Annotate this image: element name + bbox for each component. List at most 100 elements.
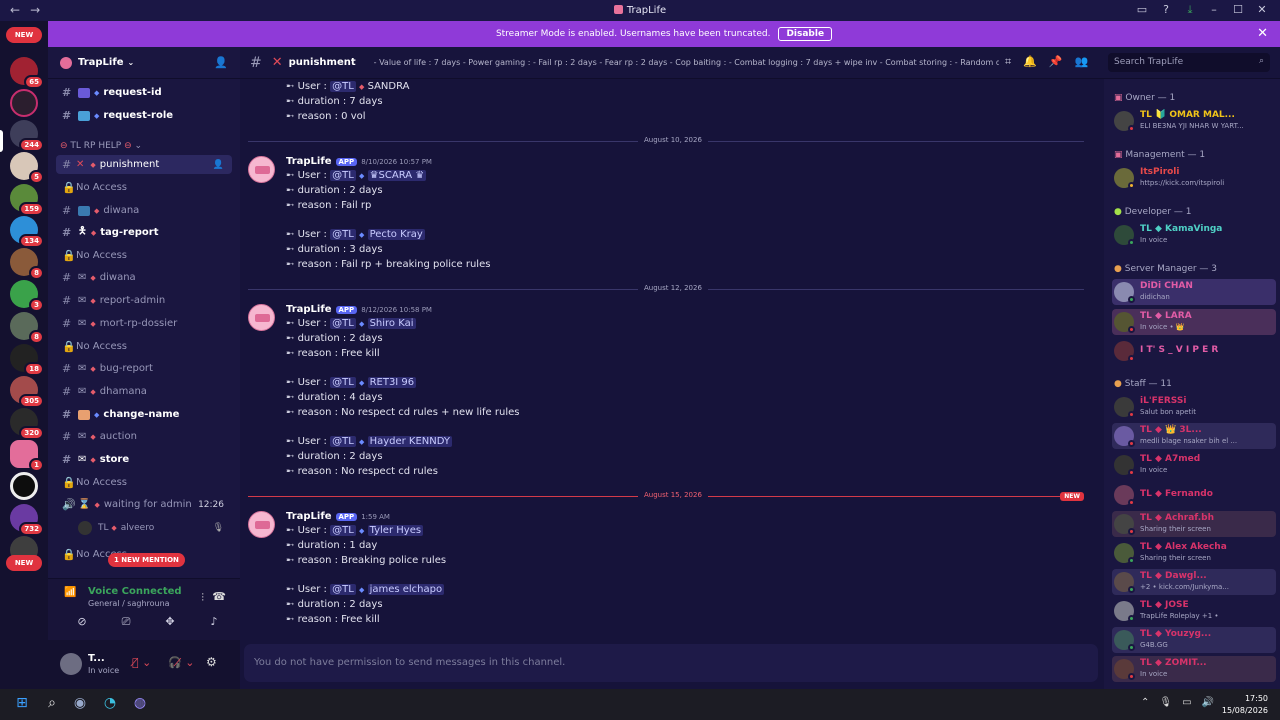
channel-mort-rp-dossier[interactable]: # ✉ ◆ mort-rp-dossier: [56, 314, 232, 333]
server-icon[interactable]: [10, 472, 38, 500]
server-icon[interactable]: 305: [10, 376, 44, 408]
download-icon[interactable]: ⤓: [1178, 2, 1202, 18]
search-icon[interactable]: ⌕: [42, 695, 62, 715]
member-item[interactable]: TL ◆ LARA In voice • 👑: [1112, 309, 1276, 335]
channel-no-access[interactable]: 🔒 No Access: [56, 337, 232, 356]
server-icon[interactable]: 320: [10, 408, 44, 440]
microphone-icon[interactable]: 🎙: [1159, 697, 1172, 708]
category-tl-rp-help[interactable]: ⊖ TL RP HELP ⊖ ⌄: [60, 141, 142, 151]
server-icon[interactable]: 5: [10, 152, 44, 184]
server-icon[interactable]: 244: [10, 120, 44, 152]
steam-icon[interactable]: ◉: [70, 695, 90, 715]
server-icon[interactable]: 18: [10, 344, 44, 376]
avatar[interactable]: [248, 304, 275, 331]
mic-muted-icon[interactable]: 🎙̸ ⌄: [132, 656, 151, 669]
member-item[interactable]: TL ◆ Fernando: [1112, 482, 1276, 508]
disable-button[interactable]: Disable: [778, 27, 833, 41]
bell-icon[interactable]: 🔔: [1023, 55, 1037, 69]
camera-off-icon[interactable]: ⊘: [64, 615, 100, 633]
soundboard-icon[interactable]: ♪: [196, 615, 232, 633]
member-item[interactable]: ItsPiroli https://kick.com/itspiroli: [1112, 165, 1276, 191]
avatar[interactable]: [248, 156, 275, 183]
member-item[interactable]: TL ◆ Achraf.bh Sharing their screen: [1112, 511, 1276, 537]
channel-request-role[interactable]: # ◆ request-role: [56, 106, 232, 125]
member-item[interactable]: TL ◆ Alex Akecha Sharing their screen: [1112, 540, 1276, 566]
member-item[interactable]: iL'FERSSi Salut bon apetit: [1112, 394, 1276, 420]
minimize-button[interactable]: –: [1202, 2, 1226, 18]
invite-people-icon[interactable]: 👤: [214, 56, 228, 69]
channel-store[interactable]: # ✉ ◆ store: [56, 450, 232, 469]
member-item[interactable]: TL ◆ 👑 3L... medli blage nsaker bih el ..…: [1112, 423, 1276, 449]
channel-diwana-2[interactable]: # ✉ ◆ diwana: [56, 268, 232, 287]
avatar[interactable]: [60, 653, 82, 675]
avatar[interactable]: [248, 511, 275, 538]
search-input[interactable]: Search TrapLife ⌕: [1108, 53, 1270, 72]
new-pill-top[interactable]: NEW: [6, 27, 42, 43]
channel-topic[interactable]: - Value of life : 7 days - Power gaming …: [374, 58, 999, 67]
voice-channel-waiting-for-admin[interactable]: 🔊 ⌛ ◆ waiting for admin 12:26: [56, 495, 232, 514]
volume-icon[interactable]: 🔊: [1202, 697, 1214, 708]
voice-user[interactable]: TL ◆ alveero 🎙: [72, 518, 232, 537]
add-member-icon[interactable]: 👤: [213, 160, 224, 170]
server-icon[interactable]: 65: [10, 57, 44, 89]
channel-change-name[interactable]: # ◆ change-name: [56, 405, 232, 424]
server-icon[interactable]: 8: [10, 248, 44, 280]
noise-suppression-icon[interactable]: ⫶: [201, 591, 204, 605]
channel-auction[interactable]: # ✉ ◆ auction: [56, 427, 232, 446]
disconnect-icon[interactable]: ☎: [212, 590, 226, 603]
message-composer[interactable]: You do not have permission to send messa…: [244, 644, 1098, 682]
message-author[interactable]: TrapLife APP 8/12/2026 10:58 PM: [286, 304, 432, 315]
new-pill-bottom[interactable]: NEW: [6, 555, 42, 571]
help-icon[interactable]: ?: [1154, 2, 1178, 18]
group-owner: ▣ Owner — 1: [1114, 93, 1176, 103]
network-icon[interactable]: ▭: [1182, 697, 1191, 708]
channel-tag-report[interactable]: # 🯅 ◆ tag-report: [56, 223, 232, 242]
channel-no-access[interactable]: 🔒 No Access: [56, 178, 232, 197]
message-author[interactable]: TrapLife APP 8/10/2026 10:57 PM: [286, 156, 432, 167]
channel-request-id[interactable]: # ◆ request-id: [56, 83, 232, 102]
chevron-up-icon[interactable]: ⌃: [1141, 697, 1149, 708]
screen-share-icon[interactable]: ⎚: [108, 615, 144, 633]
discord-icon[interactable]: ◍: [130, 695, 150, 715]
activities-icon[interactable]: ✥: [152, 615, 188, 633]
server-icon[interactable]: 8: [10, 312, 44, 344]
server-icon[interactable]: 732: [10, 504, 44, 536]
deafen-icon[interactable]: 🎧̸ ⌄: [168, 656, 194, 669]
member-item[interactable]: I T' S _ V I P E R: [1112, 338, 1276, 364]
member-item[interactable]: TL ◆ A7med In voice: [1112, 452, 1276, 478]
channel-dhamana[interactable]: # ✉ ◆ dhamana: [56, 382, 232, 401]
settings-gear-icon[interactable]: ⚙: [206, 655, 217, 669]
server-header[interactable]: TrapLife ⌄ 👤: [48, 47, 240, 79]
server-icon[interactable]: 134: [10, 216, 44, 248]
member-list-icon[interactable]: 👥: [1075, 55, 1089, 69]
member-item[interactable]: TL ◆ KamaVinga In voice: [1112, 222, 1276, 248]
channel-report-admin[interactable]: # ✉ ◆ report-admin: [56, 291, 232, 310]
user-panel: T... In voice 🎙̸ ⌄ 🎧̸ ⌄ ⚙: [48, 640, 240, 689]
new-mention-pill[interactable]: 1 NEW MENTION: [108, 553, 185, 567]
close-icon[interactable]: ✕: [1257, 26, 1268, 41]
edge-icon[interactable]: ◔: [100, 695, 120, 715]
clock[interactable]: 17:50 15/08/2026: [1222, 693, 1268, 717]
maximize-button[interactable]: ☐: [1226, 2, 1250, 18]
channel-punishment[interactable]: # ✕ ◆ punishment 👤: [56, 155, 232, 174]
channel-no-access[interactable]: 🔒 No Access: [56, 246, 232, 265]
channel-bug-report[interactable]: # ✉ ◆ bug-report: [56, 359, 232, 378]
close-window-button[interactable]: ✕: [1250, 2, 1274, 18]
member-item[interactable]: TL ◆ Youzyg... G4B.GG: [1112, 627, 1276, 653]
member-item[interactable]: TL ◆ ZOMIT... In voice: [1112, 656, 1276, 682]
channel-diwana[interactable]: # ◆ diwana: [56, 201, 232, 220]
member-item[interactable]: TL ◆ Dawgl... +2 • kick.com/Junkyma...: [1112, 569, 1276, 595]
member-item[interactable]: TL ◆ JOSE TrapLife Roleplay +1 •: [1112, 598, 1276, 624]
server-icon[interactable]: 159: [10, 184, 44, 216]
server-icon[interactable]: 1: [10, 440, 44, 472]
inbox-icon[interactable]: ▭: [1130, 2, 1154, 18]
message-author[interactable]: TrapLife APP 1:59 AM: [286, 511, 390, 522]
windows-start-icon[interactable]: ⊞: [12, 695, 32, 715]
threads-icon[interactable]: ⌗: [1005, 55, 1011, 69]
member-item[interactable]: DiDi CHAN didichan: [1112, 279, 1276, 305]
server-icon[interactable]: [10, 89, 38, 117]
channel-no-access[interactable]: 🔒 No Access: [56, 473, 232, 492]
pin-icon[interactable]: 📌: [1049, 55, 1063, 69]
member-item[interactable]: TL 🔰 OMAR MAL... ELI BE3NA YJI NHAR W YAR…: [1112, 108, 1276, 134]
server-icon[interactable]: 3: [10, 280, 44, 312]
